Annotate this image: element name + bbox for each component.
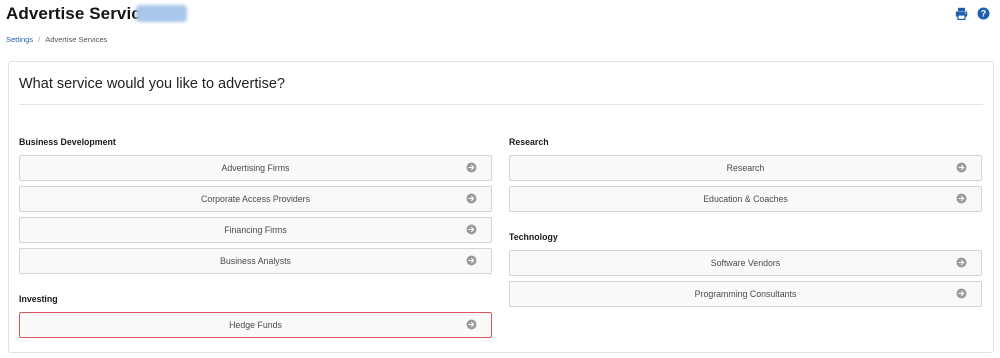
service-button-label: Hedge Funds	[229, 320, 282, 330]
arrow-right-circle-icon	[466, 193, 477, 204]
arrow-right-circle-icon	[956, 162, 967, 173]
service-button-label: Corporate Access Providers	[200, 194, 311, 204]
service-button-label: Research	[726, 163, 765, 173]
service-button-label: Software Vendors	[710, 258, 781, 268]
svg-text:?: ?	[980, 8, 986, 18]
service-button-label: Financing Firms	[224, 225, 287, 235]
services-panel: What service would you like to advertise…	[8, 61, 994, 353]
header-actions: ?	[954, 6, 990, 20]
service-button-hedge-funds[interactable]: Hedge Funds	[19, 312, 492, 338]
service-button-label: Advertising Firms	[221, 163, 290, 173]
arrow-right-circle-icon	[956, 288, 967, 299]
service-button-financing-firms[interactable]: Financing Firms	[19, 217, 492, 243]
service-button-business-analysts[interactable]: Business Analysts	[19, 248, 492, 274]
service-button-advertising-firms[interactable]: Advertising Firms	[19, 155, 492, 181]
arrow-right-circle-icon	[956, 257, 967, 268]
status-badge	[136, 5, 187, 22]
panel-title: What service would you like to advertise…	[19, 76, 285, 92]
breadcrumb: Settings / Advertise Services	[6, 35, 107, 44]
service-button-label: Programming Consultants	[694, 289, 797, 299]
page-header: Advertise Services ?	[0, 0, 1000, 30]
service-button-programming-consultants[interactable]: Programming Consultants	[509, 281, 982, 307]
service-button-label: Education & Coaches	[703, 194, 788, 204]
breadcrumb-link-settings[interactable]: Settings	[6, 35, 33, 44]
arrow-right-circle-icon	[466, 162, 477, 173]
breadcrumb-separator: /	[38, 35, 41, 44]
arrow-right-circle-icon	[956, 193, 967, 204]
service-button-software-vendors[interactable]: Software Vendors	[509, 250, 982, 276]
service-button-education-coaches[interactable]: Education & Coaches	[509, 186, 982, 212]
divider	[19, 104, 983, 105]
arrow-right-circle-icon	[466, 224, 477, 235]
arrow-right-circle-icon	[466, 319, 477, 330]
breadcrumb-current: Advertise Services	[45, 35, 108, 44]
service-button-research[interactable]: Research	[509, 155, 982, 181]
help-icon[interactable]: ?	[976, 6, 990, 20]
section-heading-investing: Investing	[19, 294, 58, 304]
section-heading-research: Research	[509, 137, 549, 147]
section-heading-business-development: Business Development	[19, 137, 116, 147]
service-button-label: Business Analysts	[220, 256, 291, 266]
service-button-corporate-access-providers[interactable]: Corporate Access Providers	[19, 186, 492, 212]
arrow-right-circle-icon	[466, 255, 477, 266]
printer-icon[interactable]	[954, 6, 968, 20]
section-heading-technology: Technology	[509, 232, 558, 242]
